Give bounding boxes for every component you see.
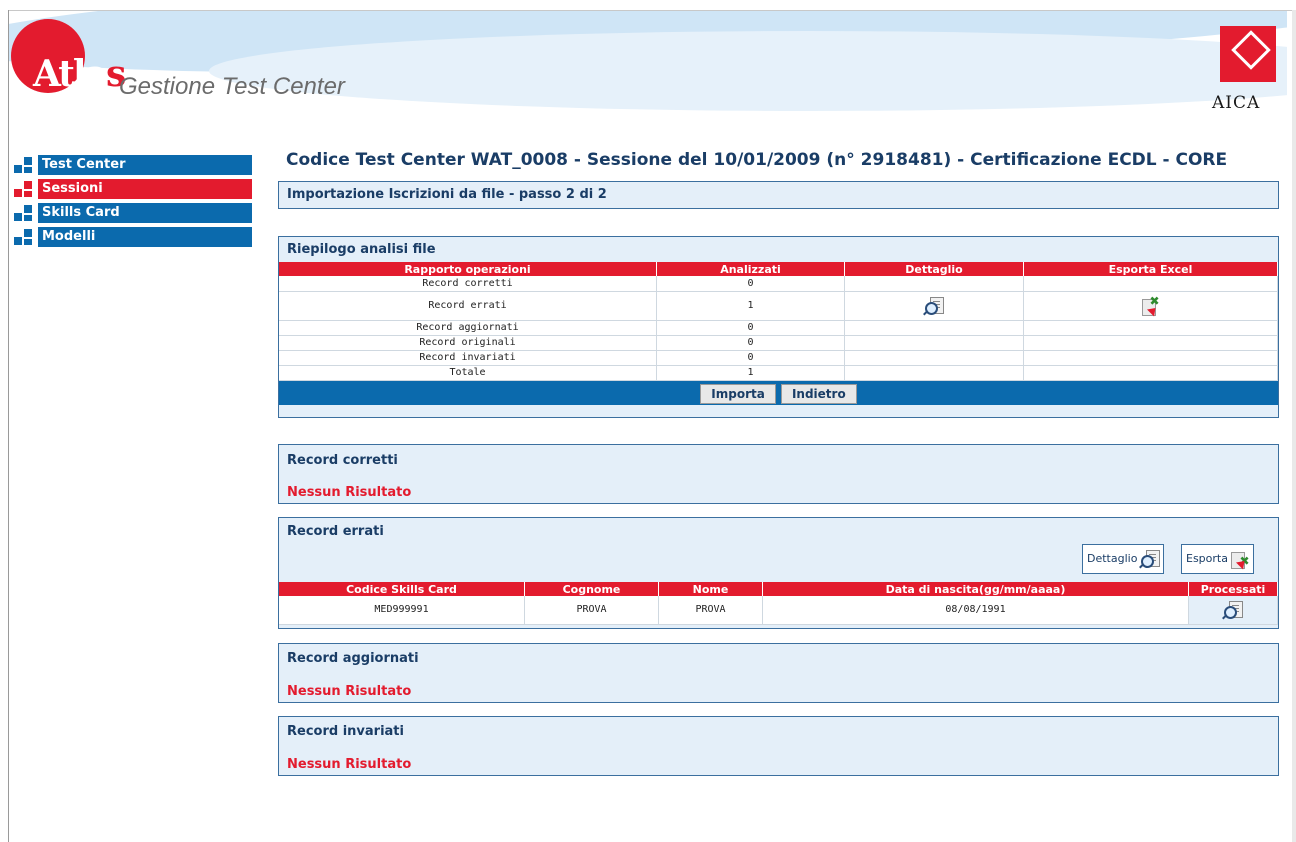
row-value: 0 (656, 350, 845, 366)
magnify-document-icon (1138, 550, 1160, 569)
row-label: Record invariati (279, 350, 657, 366)
row-label: Record originali (279, 335, 657, 351)
sidebar-nav: Test Center Sessioni Skills Card Modelli (12, 155, 252, 251)
record-aggiornati-title: Record aggiornati (287, 651, 419, 666)
sidebar-item-modelli[interactable]: Modelli (12, 227, 252, 247)
esporta-button[interactable]: Esporta ✖ (1181, 544, 1255, 574)
sidebar-item-test-center[interactable]: Test Center (12, 155, 252, 175)
col-header: Analizzati (656, 262, 845, 276)
magnify-document-icon[interactable] (1222, 600, 1243, 620)
nav-squares-icon (14, 181, 36, 197)
export-excel-icon[interactable]: ✖ (1141, 294, 1160, 317)
sidebar-item-label: Test Center (42, 157, 126, 172)
record-invariati-panel: Record invariati Nessun Risultato (278, 716, 1279, 776)
step-title: Importazione Iscrizioni da file - passo … (287, 187, 607, 202)
magnify-document-icon[interactable] (923, 296, 944, 315)
col-header: Processati (1188, 582, 1278, 596)
col-header: Esporta Excel (1023, 262, 1278, 276)
record-errati-table: Codice Skills Card Cognome Nome Data di … (279, 582, 1278, 625)
row-label: Record errati (279, 291, 657, 321)
scrollbar[interactable] (1292, 10, 1296, 842)
sidebar-item-label: Modelli (42, 229, 96, 244)
cell-cognome: PROVA (524, 596, 659, 625)
record-aggiornati-panel: Record aggiornati Nessun Risultato (278, 643, 1279, 703)
table-row: Record errati 1 ✖ (279, 291, 1278, 321)
nav-squares-icon (14, 157, 36, 173)
dettaglio-button[interactable]: Dettaglio (1082, 544, 1164, 574)
export-excel-icon: ✖ (1231, 550, 1250, 570)
app-subtitle: Gestione Test Center (119, 73, 345, 100)
atlas-logo: Atlas (33, 53, 126, 95)
col-header: Rapporto operazioni (279, 262, 657, 276)
col-header: Data di nascita(gg/mm/aaaa) (762, 582, 1189, 596)
record-corretti-title: Record corretti (287, 453, 398, 468)
col-header: Codice Skills Card (279, 582, 525, 596)
row-label: Totale (279, 365, 657, 381)
nav-squares-icon (14, 205, 36, 221)
header-swoosh-light (209, 31, 1287, 111)
cell-code: MED999991 (279, 596, 525, 625)
no-results-text: Nessun Risultato (287, 684, 412, 699)
col-header: Nome (658, 582, 763, 596)
importa-button[interactable]: Importa (700, 383, 776, 404)
row-value: 0 (656, 335, 845, 351)
no-results-text: Nessun Risultato (287, 757, 412, 772)
table-row: MED999991 PROVA PROVA 08/08/1991 (279, 596, 1278, 625)
sidebar-item-sessioni[interactable]: Sessioni (12, 179, 252, 199)
page-title: Codice Test Center WAT_0008 - Sessione d… (286, 150, 1228, 170)
cell-nome: PROVA (658, 596, 763, 625)
col-header: Cognome (524, 582, 659, 596)
row-label: Record aggiornati (279, 320, 657, 336)
record-corretti-panel: Record corretti Nessun Risultato (278, 444, 1279, 504)
dettaglio-button-label: Dettaglio (1087, 552, 1138, 565)
window-left-border (8, 10, 9, 842)
col-header: Dettaglio (844, 262, 1024, 276)
table-row: Record aggiornati 0 (279, 320, 1278, 336)
table-row: Record invariati 0 (279, 350, 1278, 366)
record-errati-panel: Record errati Dettaglio Esporta ✖ Codice… (278, 517, 1279, 629)
sidebar-item-label: Skills Card (42, 205, 120, 220)
riepilogo-table: Rapporto operazioni Analizzati Dettaglio… (279, 262, 1278, 381)
sidebar-item-skills-card[interactable]: Skills Card (12, 203, 252, 223)
table-row: Record corretti 0 (279, 276, 1278, 292)
indietro-button[interactable]: Indietro (780, 383, 857, 404)
nav-squares-icon (14, 229, 36, 245)
row-value: 0 (656, 320, 845, 336)
row-value: 1 (656, 365, 845, 381)
row-value: 0 (656, 276, 845, 292)
sidebar-item-label: Sessioni (42, 181, 103, 196)
table-row: Record originali 0 (279, 335, 1278, 351)
aica-logo (1220, 26, 1276, 90)
riepilogo-title: Riepilogo analisi file (287, 242, 436, 257)
esporta-button-label: Esporta (1186, 552, 1228, 565)
aica-logo-label: AICA (1212, 93, 1261, 113)
record-invariati-title: Record invariati (287, 724, 404, 739)
riepilogo-panel: Riepilogo analisi file Rapporto operazio… (278, 236, 1279, 418)
record-errati-title: Record errati (287, 524, 384, 539)
row-value: 1 (656, 291, 845, 321)
step-panel: Importazione Iscrizioni da file - passo … (278, 181, 1279, 209)
no-results-text: Nessun Risultato (287, 485, 412, 500)
row-label: Record corretti (279, 276, 657, 292)
cell-nascita: 08/08/1991 (762, 596, 1189, 625)
action-bar: Importa Indietro (279, 380, 1278, 405)
table-row: Totale 1 (279, 365, 1278, 381)
header: Atlas Gestione Test Center AICA (9, 11, 1287, 129)
